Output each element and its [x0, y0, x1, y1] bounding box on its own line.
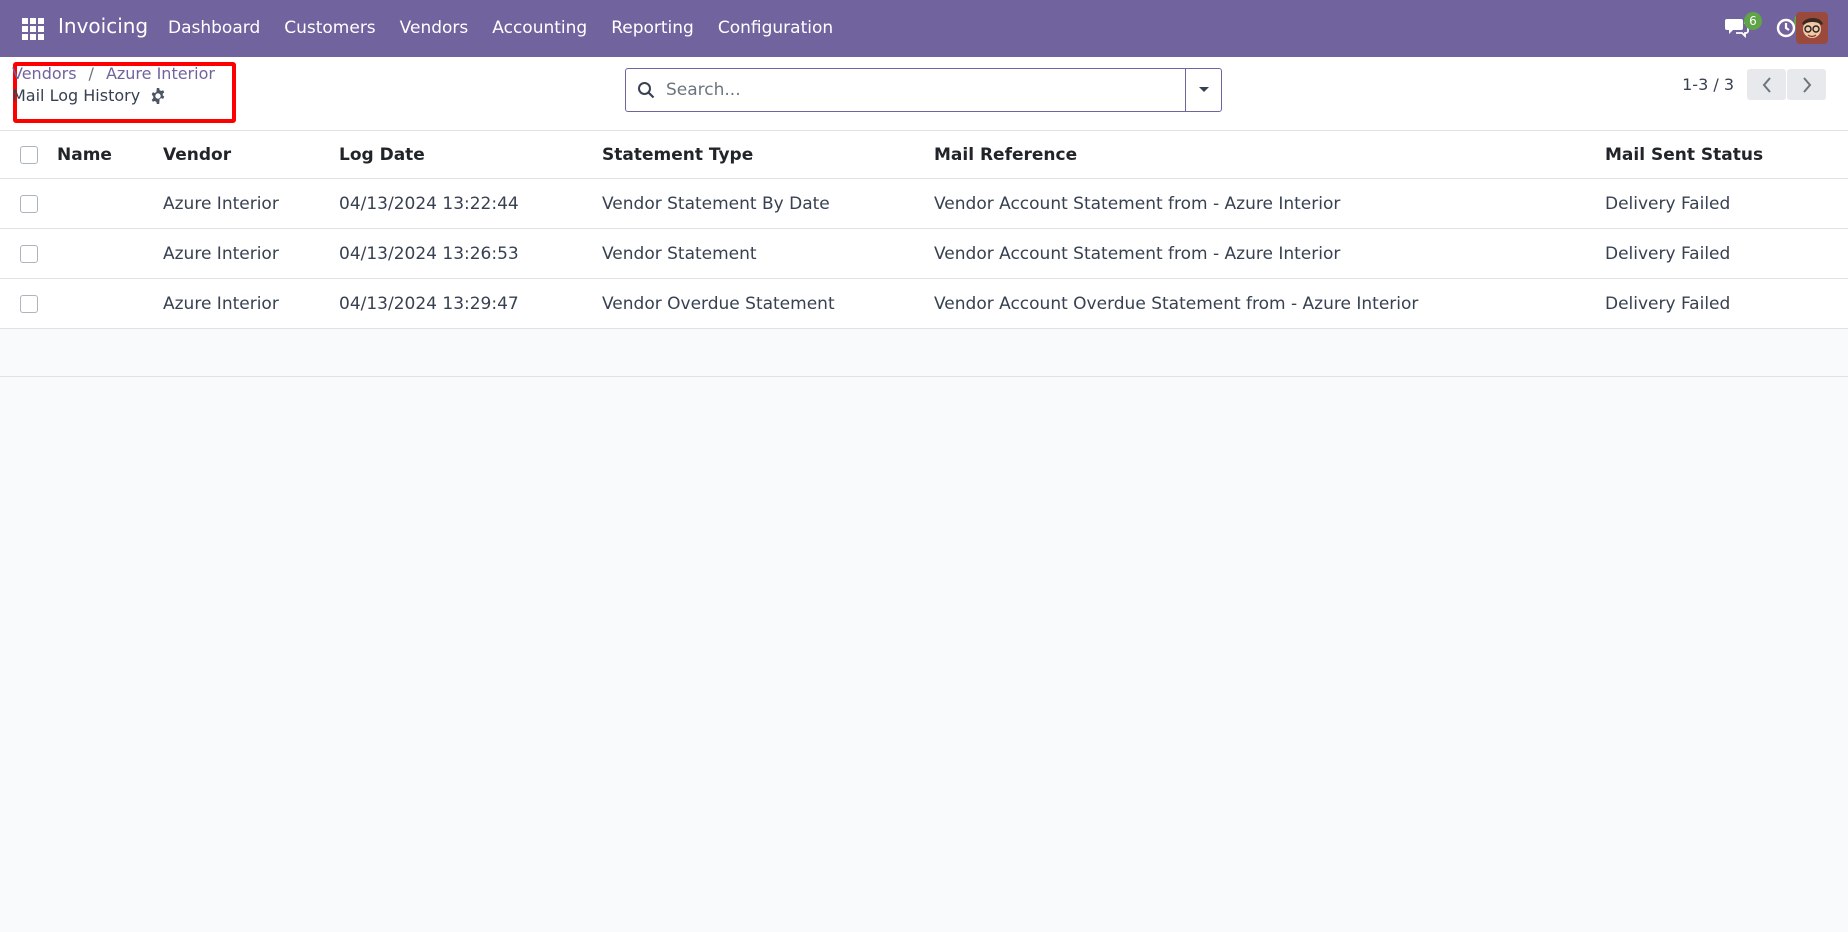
- breadcrumb-vendors[interactable]: Vendors: [12, 64, 77, 83]
- row-checkbox[interactable]: [20, 194, 38, 213]
- cell-vendor: Azure Interior: [163, 193, 279, 214]
- top-navbar: Invoicing Dashboard Customers Vendors Ac…: [0, 0, 1848, 57]
- column-header-statement-type[interactable]: Statement Type: [602, 131, 753, 178]
- menu-accounting[interactable]: Accounting: [480, 0, 599, 57]
- menu-customers[interactable]: Customers: [272, 0, 387, 57]
- row-checkbox[interactable]: [20, 294, 38, 313]
- breadcrumb-azure-interior[interactable]: Azure Interior: [106, 64, 215, 83]
- cell-statement-type: Vendor Statement: [602, 243, 757, 264]
- control-panel: Vendors / Azure Interior Mail Log Histor…: [0, 57, 1848, 131]
- cell-statement-type: Vendor Statement By Date: [602, 193, 830, 214]
- cell-mail-sent-status: Delivery Failed: [1605, 193, 1731, 214]
- cell-mail-sent-status: Delivery Failed: [1605, 243, 1731, 264]
- table-header: Name Vendor Log Date Statement Type Mail…: [0, 131, 1848, 179]
- select-all-checkbox[interactable]: [20, 145, 38, 164]
- chevron-right-icon: [1802, 76, 1811, 93]
- column-header-mail-sent-status[interactable]: Mail Sent Status: [1605, 131, 1763, 178]
- cell-vendor: Azure Interior: [163, 243, 279, 264]
- chevron-left-icon: [1762, 76, 1771, 93]
- menu-vendors[interactable]: Vendors: [388, 0, 481, 57]
- cell-vendor: Azure Interior: [163, 293, 279, 314]
- messages-count-badge: 6: [1744, 12, 1762, 30]
- search-input[interactable]: [666, 70, 1185, 110]
- breadcrumb-separator: /: [88, 64, 94, 83]
- pager: 1-3 / 3: [1682, 69, 1826, 100]
- cell-log-date: 04/13/2024 13:22:44: [339, 193, 519, 214]
- table-row[interactable]: Azure Interior 04/13/2024 13:22:44 Vendo…: [0, 179, 1848, 229]
- mail-log-table: Name Vendor Log Date Statement Type Mail…: [0, 131, 1848, 377]
- user-avatar[interactable]: [1796, 12, 1828, 44]
- cell-mail-sent-status: Delivery Failed: [1605, 293, 1731, 314]
- menu-configuration[interactable]: Configuration: [706, 0, 845, 57]
- column-header-mail-reference[interactable]: Mail Reference: [934, 131, 1077, 178]
- cell-mail-reference: Vendor Account Overdue Statement from - …: [934, 293, 1419, 314]
- column-header-log-date[interactable]: Log Date: [339, 131, 425, 178]
- app-grid-icon[interactable]: [22, 18, 44, 40]
- table-empty-row: [0, 329, 1848, 377]
- pager-previous-button[interactable]: [1747, 69, 1786, 100]
- column-header-name[interactable]: Name: [57, 131, 112, 178]
- cell-log-date: 04/13/2024 13:26:53: [339, 243, 519, 264]
- menu-dashboard[interactable]: Dashboard: [156, 0, 272, 57]
- breadcrumb: Vendors / Azure Interior: [12, 64, 215, 83]
- menu-reporting[interactable]: Reporting: [599, 0, 706, 57]
- gear-icon[interactable]: [150, 87, 166, 104]
- pager-next-button[interactable]: [1787, 69, 1826, 100]
- row-checkbox[interactable]: [20, 244, 38, 263]
- pager-value[interactable]: 1-3 / 3: [1682, 75, 1734, 94]
- search-icon: [626, 68, 666, 112]
- table-row[interactable]: Azure Interior 04/13/2024 13:29:47 Vendo…: [0, 279, 1848, 329]
- messages-button[interactable]: 6: [1724, 12, 1762, 42]
- column-header-vendor[interactable]: Vendor: [163, 131, 231, 178]
- cell-mail-reference: Vendor Account Statement from - Azure In…: [934, 193, 1341, 214]
- app-name[interactable]: Invoicing: [58, 14, 148, 38]
- cell-log-date: 04/13/2024 13:29:47: [339, 293, 519, 314]
- cell-mail-reference: Vendor Account Statement from - Azure In…: [934, 243, 1341, 264]
- search-options-toggle[interactable]: [1185, 69, 1221, 111]
- page-title-row: Mail Log History: [12, 86, 166, 105]
- caret-down-icon: [1198, 87, 1209, 92]
- cell-statement-type: Vendor Overdue Statement: [602, 293, 835, 314]
- search-bar: [625, 68, 1222, 112]
- page-title: Mail Log History: [12, 86, 141, 105]
- table-row[interactable]: Azure Interior 04/13/2024 13:26:53 Vendo…: [0, 229, 1848, 279]
- main-menu: Dashboard Customers Vendors Accounting R…: [156, 0, 845, 57]
